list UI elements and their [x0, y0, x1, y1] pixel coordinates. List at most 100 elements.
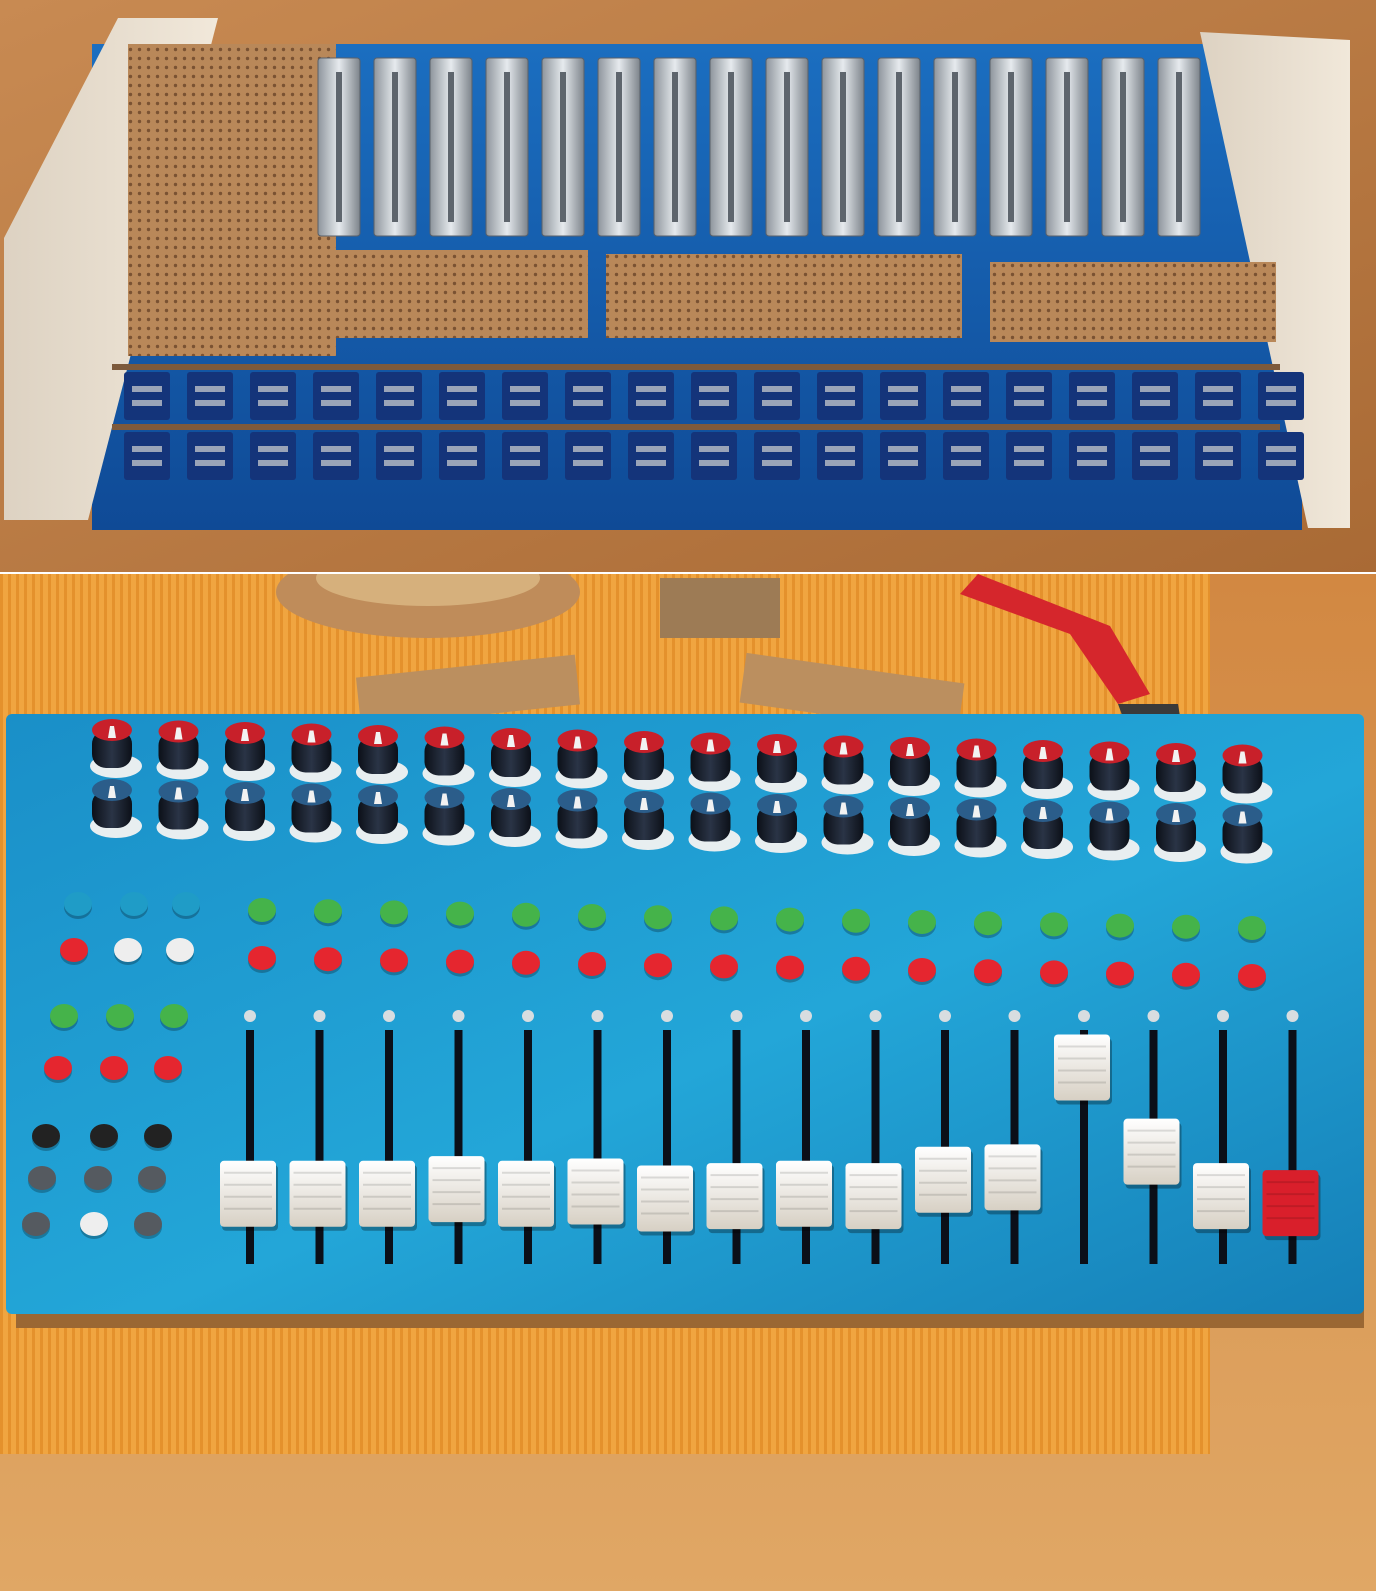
switch-socket: [1195, 432, 1241, 480]
channel-green-button: [908, 910, 936, 934]
gray-button: [28, 1166, 56, 1190]
socket-pins: [573, 446, 603, 452]
slider-slot: [616, 72, 622, 222]
black-button: [32, 1124, 60, 1148]
channel-red-button: [1172, 962, 1200, 987]
fader-cap: [845, 1163, 904, 1234]
socket-pins: [447, 386, 477, 392]
cyan-button: [172, 892, 200, 916]
fader-screw: [1078, 1010, 1090, 1022]
fader-screw: [800, 1010, 812, 1022]
fader-cap-body: [776, 1160, 832, 1227]
slider-slot: [1120, 72, 1126, 222]
socket-pins: [636, 460, 666, 466]
photo-controller-back: [0, 0, 1376, 572]
channel-green-button: [842, 908, 870, 933]
socket-pins: [1203, 446, 1233, 452]
socket-pins: [1266, 386, 1296, 392]
cyan-button: [64, 892, 92, 916]
channel-red-button: [446, 949, 474, 974]
black-button: [144, 1124, 172, 1148]
fader-screw: [313, 1010, 326, 1022]
fader-cap-body: [428, 1156, 485, 1223]
push-button: [134, 1212, 162, 1236]
socket-pins: [1266, 460, 1296, 466]
socket-pins: [321, 446, 351, 452]
socket-pins: [384, 386, 414, 392]
socket-pins: [1140, 446, 1170, 452]
switch-socket: [502, 432, 548, 480]
push-button: [80, 1212, 108, 1236]
slider-slot: [448, 72, 454, 222]
channel-green-button: [1238, 916, 1266, 940]
channel-red-button: [1238, 964, 1266, 988]
channel-green-button: [380, 900, 408, 925]
slider-slot: [1008, 72, 1014, 222]
red-button: [44, 1056, 72, 1080]
fader-screw: [1147, 1010, 1160, 1022]
socket-pins: [1014, 460, 1044, 466]
red-button: [100, 1056, 128, 1080]
socket-pins: [825, 446, 855, 452]
socket-pins: [636, 446, 666, 452]
fader-cap: [1193, 1163, 1251, 1234]
channel-red-button: [380, 948, 408, 973]
push-button: [60, 938, 88, 962]
fader-cap: [359, 1160, 417, 1231]
socket-pins: [384, 400, 414, 406]
channel-green-button: [1172, 914, 1200, 939]
channel-red-button: [314, 947, 342, 972]
fader-slot: [593, 1030, 602, 1264]
socket-pins: [636, 400, 666, 406]
fader-screw: [383, 1010, 395, 1022]
switch-socket: [376, 372, 422, 420]
channel-red-button: [710, 954, 738, 979]
socket-pins: [1014, 400, 1044, 406]
socket-pins: [384, 460, 414, 466]
fader-cap-body: [915, 1146, 971, 1213]
socket-pins: [321, 400, 351, 406]
socket-pins: [573, 386, 603, 392]
slider-slot: [840, 72, 846, 222]
socket-pins: [573, 460, 603, 466]
fader-cap: [915, 1146, 973, 1217]
socket-pins: [195, 446, 225, 452]
socket-pins: [825, 400, 855, 406]
socket-pins: [1077, 400, 1107, 406]
socket-pins: [510, 386, 540, 392]
fader-cap: [984, 1144, 1043, 1215]
switch-socket: [1069, 432, 1115, 480]
switch-socket: [691, 432, 737, 480]
channel-green-button: [248, 898, 276, 922]
fader-screw: [661, 1010, 673, 1022]
switch-socket: [1258, 432, 1304, 480]
push-button: [22, 1212, 50, 1236]
fader-cap-body: [1193, 1163, 1249, 1230]
red-button: [154, 1056, 182, 1080]
fader-screw: [452, 1010, 465, 1022]
switch-socket: [628, 432, 674, 480]
socket-pins: [699, 386, 729, 392]
socket-pins: [510, 446, 540, 452]
header-strip: [112, 364, 1280, 370]
cyan-button: [120, 892, 148, 916]
switch-socket: [565, 372, 611, 420]
channel-red-button: [644, 953, 672, 978]
socket-pins: [132, 460, 162, 466]
socket-pins: [888, 460, 918, 466]
socket-pins: [384, 446, 414, 452]
channel-green-button: [446, 901, 474, 926]
socket-pins: [1203, 386, 1233, 392]
switch-socket: [754, 372, 800, 420]
switch-socket: [943, 372, 989, 420]
fader-cap-body: [498, 1160, 554, 1227]
perfboard-strips: [298, 250, 1276, 342]
fader-cap: [637, 1165, 695, 1236]
fader-cap-body: [637, 1165, 693, 1232]
fader-screw: [1008, 1010, 1021, 1022]
socket-pins: [510, 400, 540, 406]
channel-red-button: [974, 959, 1002, 984]
socket-pins: [195, 386, 225, 392]
slider-slot: [504, 72, 510, 222]
socket-pins: [888, 386, 918, 392]
